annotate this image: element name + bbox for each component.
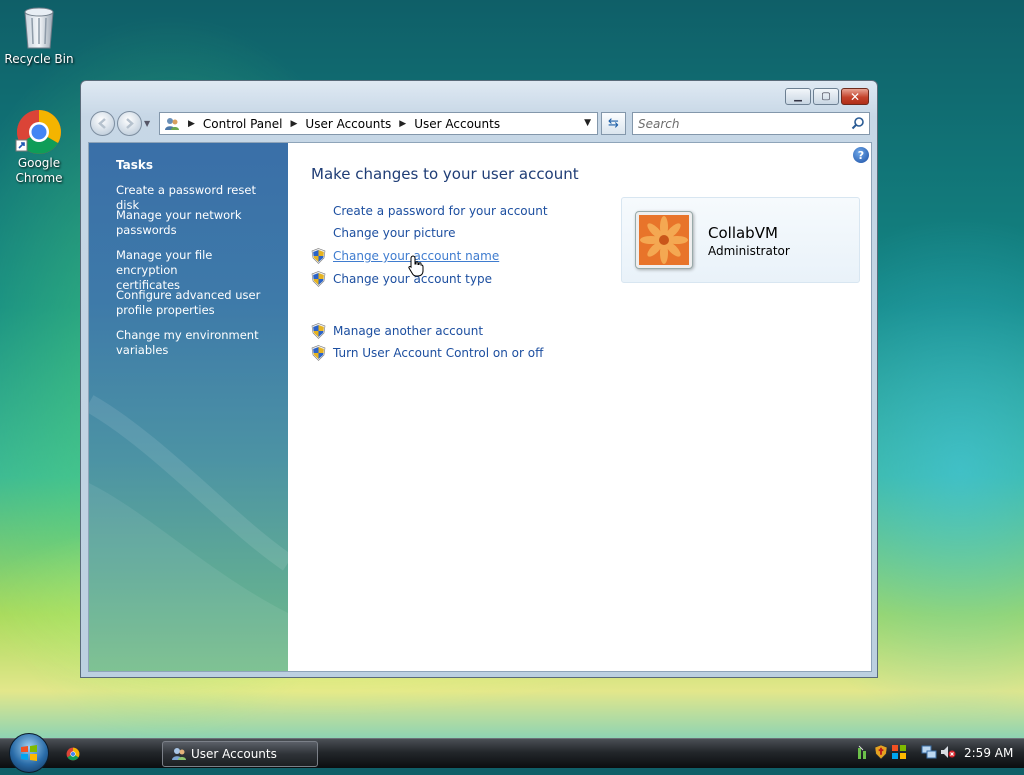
windows-security-alerts-icon[interactable] bbox=[891, 744, 907, 760]
task-manage-network-passwords[interactable]: Manage your network passwords bbox=[116, 208, 276, 238]
uac-shield-icon bbox=[311, 271, 326, 287]
back-button[interactable] bbox=[90, 111, 115, 136]
desktop-icon-google-chrome[interactable]: Google Chrome bbox=[0, 108, 79, 186]
account-name: CollabVM bbox=[708, 224, 778, 242]
back-arrow-icon bbox=[98, 118, 106, 129]
task-label-line2: profile properties bbox=[116, 303, 215, 317]
user-accounts-icon bbox=[165, 117, 179, 130]
refresh-button[interactable]: ⇆ bbox=[601, 112, 626, 135]
network-connection-icon[interactable] bbox=[921, 744, 937, 760]
task-manage-file-encryption-certificates[interactable]: Manage your file encryption certificates bbox=[116, 248, 276, 293]
taskbar: User Accounts 2:59 AM bbox=[0, 733, 1024, 773]
account-role: Administrator bbox=[708, 244, 790, 258]
task-label-line1: Manage your file encryption bbox=[116, 248, 213, 277]
chrome-icon bbox=[15, 110, 61, 154]
security-shield-icon[interactable] bbox=[874, 744, 888, 760]
recycle-bin-icon bbox=[24, 7, 54, 49]
breadcrumb-arrow-icon[interactable]: ▶ bbox=[399, 119, 406, 129]
uac-shield-icon bbox=[311, 323, 326, 339]
link-change-picture[interactable]: Change your picture bbox=[333, 226, 455, 240]
search-box[interactable]: Search bbox=[632, 112, 870, 135]
taskbar-button-label: User Accounts bbox=[191, 747, 277, 761]
task-label-line1: Change my environment bbox=[116, 328, 259, 342]
recent-pages-dropdown[interactable]: ▼ bbox=[144, 119, 150, 128]
link-turn-uac-on-off[interactable]: Turn User Account Control on or off bbox=[333, 346, 543, 360]
maximize-button[interactable]: ▢ bbox=[813, 88, 839, 105]
address-dropdown-icon[interactable]: ▼ bbox=[584, 118, 591, 128]
link-manage-another-account[interactable]: Manage another account bbox=[333, 324, 483, 338]
user-accounts-icon bbox=[172, 748, 186, 760]
user-accounts-window: ▁ ▢ ✕ ▼ ▶ Control Panel ▶ User Accounts … bbox=[80, 80, 878, 678]
close-icon: ✕ bbox=[849, 89, 861, 104]
desktop-icon-label-line1: Google bbox=[17, 156, 61, 170]
refresh-icon: ⇆ bbox=[608, 116, 619, 131]
window-controls: ▁ ▢ ✕ bbox=[785, 88, 869, 105]
forward-button[interactable] bbox=[117, 111, 142, 136]
tasks-title: Tasks bbox=[116, 158, 154, 172]
flower-picture-icon bbox=[639, 215, 689, 265]
task-label-line1: Configure advanced user bbox=[116, 288, 261, 302]
task-configure-advanced-user-profile[interactable]: Configure advanced user profile properti… bbox=[116, 288, 276, 318]
help-icon: ? bbox=[857, 148, 865, 162]
minimize-icon: ▁ bbox=[794, 91, 802, 102]
start-button[interactable] bbox=[9, 733, 49, 773]
desktop-icon-label-line2: Chrome bbox=[15, 171, 63, 185]
main-panel: Make changes to your user account Create… bbox=[288, 143, 871, 671]
avatar[interactable] bbox=[635, 211, 693, 269]
uac-shield-icon bbox=[311, 345, 326, 361]
task-label-line2: variables bbox=[116, 343, 169, 357]
breadcrumb-user-accounts[interactable]: User Accounts bbox=[305, 117, 391, 131]
help-button[interactable]: ? bbox=[853, 147, 869, 163]
close-button[interactable]: ✕ bbox=[841, 88, 869, 105]
minimize-button[interactable]: ▁ bbox=[785, 88, 811, 105]
task-change-environment-variables[interactable]: Change my environment variables bbox=[116, 328, 276, 358]
network-status-icon[interactable] bbox=[857, 744, 871, 760]
maximize-icon: ▢ bbox=[821, 91, 831, 102]
taskbar-button-user-accounts[interactable]: User Accounts bbox=[162, 741, 318, 767]
task-label-line2: passwords bbox=[116, 223, 177, 237]
desktop-icon-label: Recycle Bin bbox=[4, 52, 74, 66]
system-tray bbox=[857, 744, 956, 760]
page-heading: Make changes to your user account bbox=[311, 165, 579, 183]
task-label-line1: Manage your network bbox=[116, 208, 242, 222]
search-icon[interactable] bbox=[851, 116, 865, 130]
tasks-pane: Tasks Create a password reset disk Manag… bbox=[89, 143, 288, 671]
forward-arrow-icon bbox=[126, 118, 134, 129]
content-area: Tasks Create a password reset disk Manag… bbox=[88, 142, 872, 672]
system-clock[interactable]: 2:59 AM bbox=[964, 746, 1013, 760]
volume-muted-icon[interactable] bbox=[940, 744, 956, 760]
breadcrumb-arrow-icon[interactable]: ▶ bbox=[188, 119, 195, 129]
address-bar[interactable]: ▶ Control Panel ▶ User Accounts ▶ User A… bbox=[159, 112, 598, 135]
desktop-icon-recycle-bin[interactable]: Recycle Bin bbox=[0, 2, 79, 67]
account-card: CollabVM Administrator bbox=[621, 197, 860, 283]
windows-logo-icon bbox=[21, 745, 37, 761]
breadcrumb-user-accounts-current[interactable]: User Accounts bbox=[414, 117, 500, 131]
link-create-password[interactable]: Create a password for your account bbox=[333, 204, 548, 218]
quick-launch-chrome-icon[interactable] bbox=[66, 747, 80, 761]
breadcrumb-control-panel[interactable]: Control Panel bbox=[203, 117, 283, 131]
uac-shield-icon bbox=[311, 248, 326, 264]
breadcrumb-arrow-icon[interactable]: ▶ bbox=[291, 119, 298, 129]
navigation-bar: ▼ ▶ Control Panel ▶ User Accounts ▶ User… bbox=[89, 111, 870, 137]
hand-cursor-icon bbox=[408, 255, 424, 277]
search-placeholder: Search bbox=[638, 117, 680, 131]
